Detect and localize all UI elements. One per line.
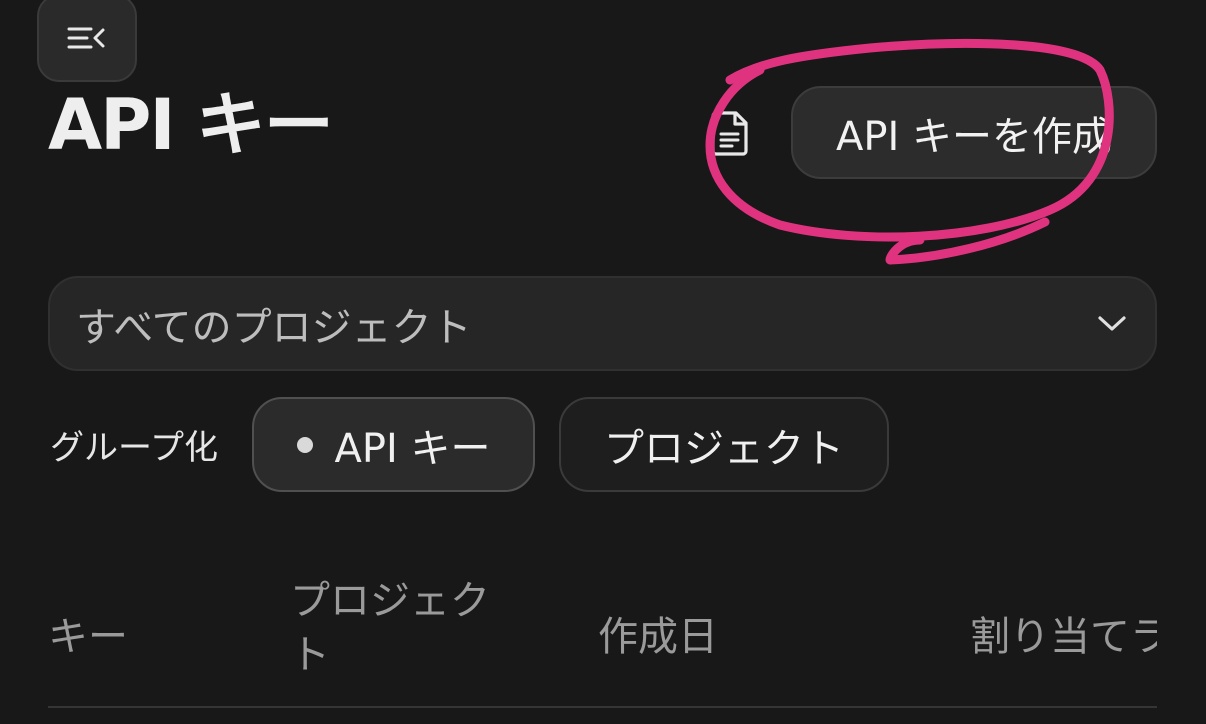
- column-header-assigned: 割り当てラ: [970, 614, 1157, 660]
- group-by-project-option[interactable]: プロジェクト: [559, 397, 889, 492]
- document-icon[interactable]: [710, 110, 750, 160]
- page-title: API キー: [48, 84, 334, 166]
- project-select[interactable]: すべてのプロジェクト: [48, 276, 1157, 371]
- project-select-value: すべてのプロジェクト: [76, 304, 472, 351]
- table-header-divider: [48, 706, 1157, 708]
- selected-dot-icon: [296, 436, 313, 453]
- column-header-project: プロジェクト: [290, 578, 490, 678]
- chevron-down-icon: [1098, 315, 1126, 331]
- group-by-project-label: プロジェクト: [604, 425, 844, 472]
- column-header-created: 作成日: [598, 614, 718, 660]
- group-by-label: グループ化: [50, 428, 218, 468]
- column-header-key: キー: [48, 614, 128, 660]
- sidebar-collapse-icon: [67, 27, 105, 49]
- group-by-api-key-label: API キー: [334, 425, 491, 472]
- sidebar-toggle-button[interactable]: [37, 0, 137, 82]
- create-api-key-button[interactable]: API キーを作成: [791, 86, 1157, 179]
- group-by-api-key-option[interactable]: API キー: [252, 397, 535, 492]
- create-api-key-button-label: API キーを作成: [836, 113, 1112, 160]
